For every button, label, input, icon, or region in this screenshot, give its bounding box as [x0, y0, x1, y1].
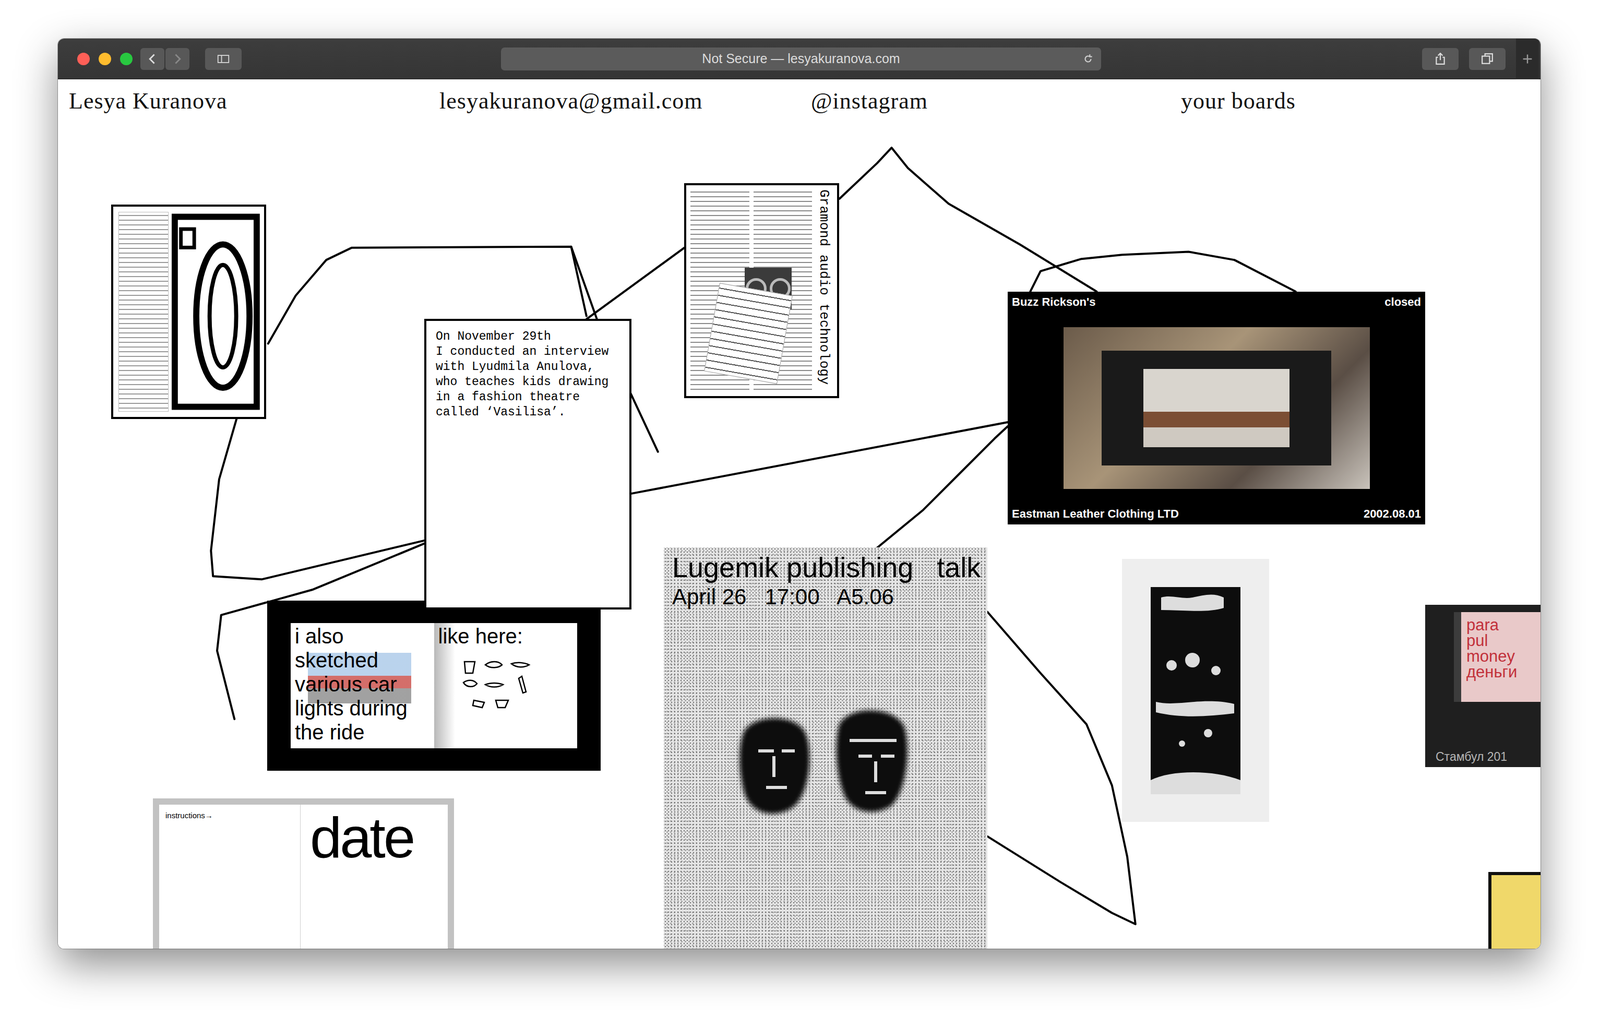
drawn-line — [586, 247, 685, 320]
sidebar-icon — [217, 52, 230, 66]
tab-overview-button[interactable] — [1469, 48, 1506, 70]
date-heading: date — [309, 805, 414, 870]
lugemik-poster[interactable]: Lugemik publishing talkApril 26 17:00 A5… — [663, 547, 988, 949]
buzz-ricksons-board[interactable]: Buzz Rickson's closed Eastman Leather Clot… — [1007, 291, 1426, 525]
board-date: 2002.08.01 — [1363, 506, 1422, 522]
headlight-sketches-icon — [459, 655, 554, 713]
car-sketch-board[interactable]: i also sketched various car lights durin… — [267, 600, 601, 771]
yellow-board[interactable] — [1488, 872, 1541, 949]
browser-window: Not Secure — lesyakuranova.com Lesya Kura… — [57, 38, 1541, 949]
site-nav: Lesya Kuranovalesyakuranova@gmail.com@in… — [57, 79, 1541, 116]
camera-board[interactable] — [111, 204, 267, 420]
address-bar[interactable]: Not Secure — lesyakuranova.com — [500, 47, 1102, 71]
note-line: in a fashion theatre — [435, 389, 624, 405]
nav-link[interactable]: your boards — [1180, 86, 1541, 116]
address-text: Not Secure — lesyakuranova.com — [701, 51, 900, 67]
instructions-label: instructions→ — [165, 810, 213, 820]
tabs-icon — [1481, 52, 1494, 66]
drawn-line — [839, 147, 1097, 292]
print-texture-icon — [1150, 587, 1241, 795]
close-button[interactable] — [77, 52, 90, 66]
interview-note[interactable]: On November 29thI conducted an interview… — [424, 318, 632, 610]
share-button[interactable] — [1422, 48, 1459, 70]
note-line: called ‘Vasilisa’. — [435, 404, 624, 421]
window-controls — [77, 52, 133, 66]
chevron-left-icon — [146, 52, 159, 66]
garamond-board[interactable]: Gramond audio technology — [684, 183, 840, 399]
date-board[interactable]: instructions→ date — [152, 798, 455, 949]
two-heads-icon — [721, 703, 931, 819]
history-buttons — [140, 48, 190, 70]
poster-word: pul — [1466, 633, 1541, 649]
new-tab-button[interactable] — [1515, 38, 1539, 80]
print-board[interactable] — [1121, 558, 1270, 822]
document-thumbnail — [118, 211, 169, 412]
board-label: Buzz Rickson's — [1011, 294, 1096, 310]
nav-link[interactable]: @instagram — [810, 86, 1181, 116]
board-caption: Стамбул 201 — [1435, 749, 1541, 764]
drawn-line — [1030, 251, 1296, 292]
chevron-right-icon — [171, 52, 184, 66]
zoom-button[interactable] — [120, 52, 133, 66]
page: Lesya Kuranovalesyakuranova@gmail.com@in… — [57, 79, 1541, 949]
sidebar-button[interactable] — [205, 48, 242, 70]
board-caption: Eastman Leather Clothing LTD — [1011, 506, 1179, 522]
poster: parapulmoneyденьги — [1453, 612, 1541, 702]
poster-word: money — [1466, 648, 1541, 665]
note-line: with Lyudmila Anulova, — [435, 359, 624, 375]
title-bar: Not Secure — lesyakuranova.com — [57, 38, 1541, 80]
drawn-line — [210, 419, 425, 580]
note-line: I conducted an interview — [435, 344, 624, 360]
camera-drawing-icon — [171, 211, 260, 412]
video-frame — [1011, 309, 1422, 507]
specimen-thumbnail — [690, 189, 813, 392]
poster-word: деньги — [1466, 664, 1541, 680]
drawn-line — [877, 426, 1008, 548]
board-title: Gramond audio technology — [815, 189, 833, 392]
forward-button[interactable] — [165, 48, 190, 70]
minimize-button[interactable] — [98, 52, 112, 66]
para-pul-board[interactable]: parapulmoneyденьги Стамбул 201 — [1425, 604, 1541, 768]
note-line: who teaches kids drawing — [435, 374, 624, 390]
spread-text: i also sketched various car lights durin… — [294, 624, 426, 745]
nav-link[interactable]: Lesya Kuranova — [68, 86, 440, 116]
share-icon — [1434, 52, 1447, 66]
plus-icon — [1521, 52, 1534, 66]
spread-text: like here: — [438, 624, 569, 649]
poster-word: para — [1466, 617, 1541, 634]
back-button[interactable] — [140, 48, 165, 70]
board-status: closed — [1384, 294, 1422, 310]
print-image — [1150, 587, 1241, 795]
reload-icon[interactable] — [1082, 53, 1094, 65]
screen: Not Secure — lesyakuranova.com Lesya Kura… — [0, 0, 1600, 1028]
nav-link[interactable]: lesyakuranova@gmail.com — [439, 86, 811, 116]
drawn-line — [987, 612, 1136, 925]
sketchbook-spread: i also sketched various car lights durin… — [290, 623, 578, 749]
note-line: On November 29th — [435, 329, 624, 345]
poster-title: Lugemik publishing talk — [672, 550, 979, 584]
poster-details: April 26 17:00 A5.06 — [672, 583, 979, 611]
